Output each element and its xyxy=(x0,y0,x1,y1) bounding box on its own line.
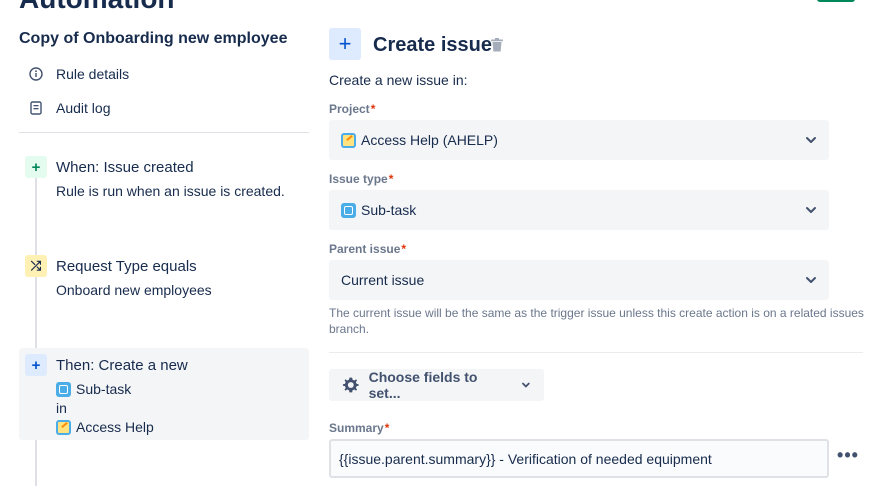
gear-icon xyxy=(342,377,359,393)
chevron-down-icon xyxy=(522,382,530,388)
nav-audit-log-label: Audit log xyxy=(56,100,111,116)
choose-fields-button[interactable]: Choose fields to set... xyxy=(329,369,544,401)
parent-issue-select[interactable]: Current issue xyxy=(329,260,829,300)
step-condition-title: Request Type equals xyxy=(56,258,197,275)
sidebar-divider xyxy=(19,132,309,133)
create-issue-icon: + xyxy=(329,28,361,60)
issue-type-select[interactable]: Sub-task xyxy=(329,190,829,230)
page-title: Automation xyxy=(19,0,175,15)
issue-type-select-value: Sub-task xyxy=(361,202,417,218)
step-action-project: Access Help xyxy=(56,419,154,435)
step-action-issue-type-label: Sub-task xyxy=(76,381,132,397)
rule-step-trigger[interactable]: + When: Issue created Rule is run when a… xyxy=(19,148,309,208)
trigger-plus-icon: + xyxy=(25,156,47,178)
rule-name: Copy of Onboarding new employee xyxy=(19,30,288,47)
condition-shuffle-icon: ⤮ xyxy=(25,255,47,277)
step-condition-subtitle: Onboard new employees xyxy=(56,282,212,298)
step-action-title: Then: Create a new xyxy=(56,357,188,374)
trash-icon[interactable] xyxy=(491,38,503,52)
info-icon xyxy=(28,66,44,82)
issue-type-label: Issue type* xyxy=(329,172,394,186)
step-action-issue-type: Sub-task xyxy=(56,381,131,397)
chevron-down-icon xyxy=(806,137,816,143)
subtask-icon xyxy=(56,381,71,397)
summary-input[interactable] xyxy=(329,439,829,478)
step-trigger-subtitle: Rule is run when an issue is created. xyxy=(56,183,285,199)
subtask-icon xyxy=(341,202,356,218)
step-trigger-title: When: Issue created xyxy=(56,159,194,176)
section-divider xyxy=(329,352,863,353)
create-in-label: Create a new issue in: xyxy=(329,72,468,88)
parent-issue-helper-text: The current issue will be the same as th… xyxy=(329,306,864,336)
rule-step-action[interactable]: + Then: Create a new Sub-task in Access … xyxy=(19,348,309,440)
nav-rule-details-label: Rule details xyxy=(56,66,130,82)
more-options-button[interactable]: ••• xyxy=(836,445,860,465)
nav-audit-log[interactable]: Audit log xyxy=(28,97,110,119)
parent-issue-label: Parent issue* xyxy=(329,242,407,256)
chevron-down-icon xyxy=(806,277,816,283)
project-label: Project* xyxy=(329,102,376,116)
project-select[interactable]: Access Help (AHELP) xyxy=(329,120,829,160)
chevron-down-icon xyxy=(806,207,816,213)
choose-fields-label: Choose fields to set... xyxy=(368,369,478,401)
audit-log-icon xyxy=(28,100,44,116)
action-plus-icon: + xyxy=(25,354,47,376)
step-action-project-label: Access Help xyxy=(76,419,154,435)
summary-label: Summary* xyxy=(329,421,390,435)
action-title: Create issue xyxy=(373,34,492,56)
rule-step-condition[interactable]: ⤮ Request Type equals Onboard new employ… xyxy=(19,247,309,307)
step-action-in: in xyxy=(56,400,67,416)
top-action-button[interactable] xyxy=(817,0,855,2)
project-select-value: Access Help (AHELP) xyxy=(361,132,498,148)
project-icon xyxy=(56,419,71,435)
nav-rule-details[interactable]: Rule details xyxy=(28,63,129,85)
project-icon xyxy=(341,132,356,148)
parent-issue-select-value: Current issue xyxy=(341,272,425,288)
